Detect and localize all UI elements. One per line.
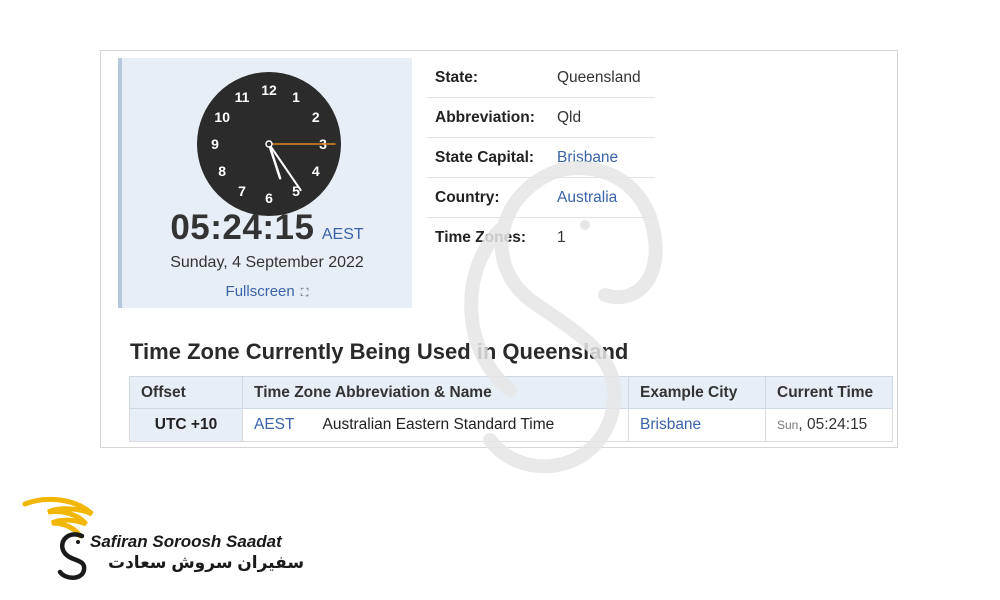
table-row: UTC +10 AEST Australian Eastern Standard … [129,408,893,442]
info-row-state: State: Queensland [427,58,655,98]
abbreviation-name-cell: AEST Australian Eastern Standard Time [242,408,629,442]
capital-link[interactable]: Brisbane [557,149,618,167]
info-row-abbreviation: Abbreviation: Qld [427,98,655,138]
header-current-time: Current Time [765,376,893,409]
header-abbreviation-name: Time Zone Abbreviation & Name [242,376,629,409]
current-day: Sun [777,418,799,432]
brand-name-en: Safiran Soroosh Saadat [90,532,282,551]
analog-clock: 12 1234567891011 [197,72,341,216]
fullscreen-icon: ⛶ [300,287,309,299]
current-time: , 05:24:15 [798,416,868,433]
clock-number-9: 9 [211,136,219,152]
abbreviation-link[interactable]: AEST [254,416,294,433]
clock-number-12: 12 [261,82,277,98]
state-info-table: State: Queensland Abbreviation: Qld Stat… [427,58,655,257]
header-example-city: Example City [628,376,766,409]
brand-logo: Safiran Soroosh Saadat سفیران سروش سعادت [20,492,304,584]
info-row-capital: State Capital: Brisbane [427,138,655,178]
offset-cell: UTC +10 [129,408,243,442]
fullscreen-link[interactable]: Fullscreen ⛶ [122,283,412,300]
current-date: Sunday, 4 September 2022 [170,254,364,271]
clock-number-6: 6 [265,190,273,206]
digital-time-row: 05:24:15 AEST [122,208,412,248]
timezone-card: 12 1 2 3 4 5 6 7 8 9 10 11 05:24:15 AEST Sunday, 4 … [100,50,898,448]
info-row-timezones: Time Zones: 1 [427,218,655,257]
timezone-name: Australian Eastern Standard Time [322,416,555,433]
clock-number-2: 2 [312,109,320,125]
digital-time: 05:24:15 [170,208,315,247]
timezone-table: Offset Time Zone Abbreviation & Name Exa… [129,376,893,442]
info-label: Time Zones: [435,229,527,246]
clock-number-8: 8 [218,163,226,179]
clock-number-11: 11 [235,89,250,105]
info-label: State: [435,69,479,86]
table-header-row: Offset Time Zone Abbreviation & Name Exa… [129,376,893,409]
clock-number-1: 1 [292,89,300,105]
fullscreen-label: Fullscreen [225,283,295,300]
clock-number-7: 7 [238,183,246,199]
current-time-cell: Sun, 05:24:15 [765,408,893,442]
country-link[interactable]: Australia [557,189,617,207]
city-link[interactable]: Brisbane [628,408,766,442]
timezone-link[interactable]: AEST [322,226,364,243]
header-offset: Offset [129,376,243,409]
info-label: State Capital: [435,149,535,166]
info-label: Abbreviation: [435,109,535,126]
clock-number-10: 10 [214,109,230,125]
clock-number-4: 4 [312,163,320,179]
info-value-state: Queensland [557,69,641,86]
info-label: Country: [435,189,500,206]
section-title: Time Zone Currently Being Used in Queens… [130,339,629,364]
info-row-country: Country: Australia [427,178,655,218]
brand-name-fa: سفیران سروش سعادت [108,553,305,572]
info-value-abbreviation: Qld [557,109,582,126]
clock-panel: 12 1 2 3 4 5 6 7 8 9 10 11 05:24:15 AEST Sunday, 4 … [118,58,412,308]
info-value-timezones: 1 [557,229,566,246]
